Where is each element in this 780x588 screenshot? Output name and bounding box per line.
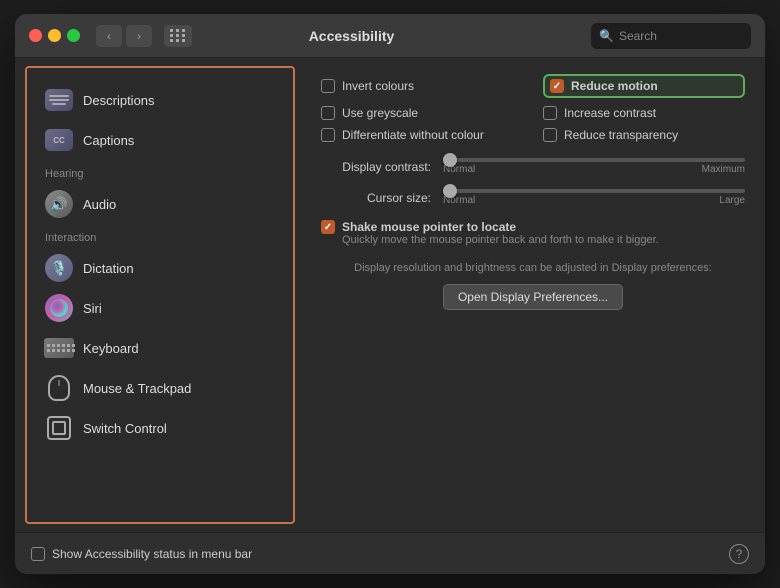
sidebar-label-switch-control: Switch Control — [83, 421, 167, 436]
sidebar-item-descriptions[interactable]: Descriptions — [35, 80, 285, 120]
main-content: Descriptions CC Captions Hearing 🔊 Audio… — [15, 58, 765, 532]
window-title: Accessibility — [200, 28, 503, 44]
section-interaction: Interaction — [35, 224, 285, 248]
increase-contrast-row[interactable]: Increase contrast — [543, 106, 745, 120]
use-greyscale-label: Use greyscale — [342, 106, 418, 120]
help-button[interactable]: ? — [729, 544, 749, 564]
shake-mouse-label: Shake mouse pointer to locate — [342, 220, 659, 234]
sidebar-label-mouse-trackpad: Mouse & Trackpad — [83, 381, 191, 396]
sidebar-item-mouse-trackpad[interactable]: Mouse & Trackpad — [35, 368, 285, 408]
display-contrast-thumb[interactable] — [443, 153, 457, 167]
sidebar-item-switch-control[interactable]: Switch Control — [35, 408, 285, 448]
keyboard-icon — [45, 334, 73, 362]
mouse-icon — [45, 374, 73, 402]
differentiate-without-colour-row[interactable]: Differentiate without colour — [321, 128, 523, 142]
grid-button[interactable] — [164, 25, 192, 47]
switch-control-icon — [45, 414, 73, 442]
sidebar-label-siri: Siri — [83, 301, 102, 316]
sidebar-item-captions[interactable]: CC Captions — [35, 120, 285, 160]
back-button[interactable]: ‹ — [96, 25, 122, 47]
invert-colours-row[interactable]: Invert colours — [321, 74, 523, 98]
traffic-lights — [29, 29, 80, 42]
descriptions-icon — [45, 86, 73, 114]
maximize-button[interactable] — [67, 29, 80, 42]
sidebar: Descriptions CC Captions Hearing 🔊 Audio… — [25, 66, 295, 524]
sidebar-label-descriptions: Descriptions — [83, 93, 155, 108]
reduce-motion-wrapper: Reduce motion — [543, 74, 745, 98]
reduce-transparency-row[interactable]: Reduce transparency — [543, 128, 745, 142]
titlebar: ‹ › Accessibility 🔍 — [15, 14, 765, 58]
sidebar-label-audio: Audio — [83, 197, 116, 212]
grid-icon — [170, 29, 186, 42]
display-contrast-slider[interactable]: Normal Maximum — [443, 158, 745, 175]
display-contrast-label: Display contrast: — [321, 160, 431, 174]
reduce-transparency-label: Reduce transparency — [564, 128, 678, 142]
display-contrast-minmax: Normal Maximum — [443, 164, 745, 175]
cursor-size-thumb[interactable] — [443, 184, 457, 198]
shake-mouse-text: Shake mouse pointer to locate Quickly mo… — [342, 220, 659, 246]
invert-colours-checkbox[interactable] — [321, 79, 335, 93]
use-greyscale-checkbox[interactable] — [321, 106, 335, 120]
reduce-motion-checkbox[interactable] — [550, 79, 564, 93]
minimize-button[interactable] — [48, 29, 61, 42]
main-window: ‹ › Accessibility 🔍 — [15, 14, 765, 574]
show-accessibility-checkbox[interactable] — [31, 547, 45, 561]
cursor-size-track — [443, 189, 745, 193]
increase-contrast-checkbox[interactable] — [543, 106, 557, 120]
search-input[interactable] — [619, 29, 743, 43]
close-button[interactable] — [29, 29, 42, 42]
search-box[interactable]: 🔍 — [591, 23, 751, 49]
differentiate-without-colour-checkbox[interactable] — [321, 128, 335, 142]
section-hearing: Hearing — [35, 160, 285, 184]
cursor-size-slider[interactable]: Normal Large — [443, 189, 745, 206]
sidebar-item-audio[interactable]: 🔊 Audio — [35, 184, 285, 224]
captions-icon: CC — [45, 126, 73, 154]
differentiate-without-colour-label: Differentiate without colour — [342, 128, 484, 142]
cursor-size-section: Cursor size: Normal Large — [321, 189, 745, 206]
sidebar-label-dictation: Dictation — [83, 261, 134, 276]
reduce-transparency-checkbox[interactable] — [543, 128, 557, 142]
reduce-motion-label: Reduce motion — [571, 79, 658, 93]
display-contrast-max: Maximum — [702, 164, 745, 175]
shake-mouse-checkbox[interactable] — [321, 220, 335, 234]
cursor-size-max: Large — [719, 195, 745, 206]
shake-mouse-description: Quickly move the mouse pointer back and … — [342, 234, 659, 246]
display-contrast-track — [443, 158, 745, 162]
cursor-size-minmax: Normal Large — [443, 195, 745, 206]
show-accessibility-row: Show Accessibility status in menu bar — [31, 547, 252, 561]
show-accessibility-label: Show Accessibility status in menu bar — [52, 547, 252, 561]
forward-button[interactable]: › — [126, 25, 152, 47]
nav-buttons: ‹ › — [96, 25, 152, 47]
sidebar-item-dictation[interactable]: 🎙️ Dictation — [35, 248, 285, 288]
sidebar-item-siri[interactable]: Siri — [35, 288, 285, 328]
sidebar-label-keyboard: Keyboard — [83, 341, 139, 356]
open-display-preferences-button[interactable]: Open Display Preferences... — [443, 284, 623, 310]
dictation-icon: 🎙️ — [45, 254, 73, 282]
increase-contrast-label: Increase contrast — [564, 106, 656, 120]
sidebar-label-captions: Captions — [83, 133, 134, 148]
sidebar-item-keyboard[interactable]: Keyboard — [35, 328, 285, 368]
shake-mouse-row: Shake mouse pointer to locate Quickly mo… — [321, 220, 745, 246]
cursor-size-label: Cursor size: — [321, 191, 431, 205]
display-message: Display resolution and brightness can be… — [321, 262, 745, 274]
invert-colours-label: Invert colours — [342, 79, 414, 93]
audio-icon: 🔊 — [45, 190, 73, 218]
bottom-bar: Show Accessibility status in menu bar ? — [15, 532, 765, 574]
search-icon: 🔍 — [599, 29, 614, 43]
use-greyscale-row[interactable]: Use greyscale — [321, 106, 523, 120]
right-panel: Invert colours Reduce motion Use greysca… — [301, 58, 765, 532]
options-grid: Invert colours Reduce motion Use greysca… — [321, 74, 745, 142]
display-contrast-section: Display contrast: Normal Maximum — [321, 158, 745, 175]
display-contrast-row: Display contrast: Normal Maximum — [321, 158, 745, 175]
cursor-size-row: Cursor size: Normal Large — [321, 189, 745, 206]
siri-icon — [45, 294, 73, 322]
